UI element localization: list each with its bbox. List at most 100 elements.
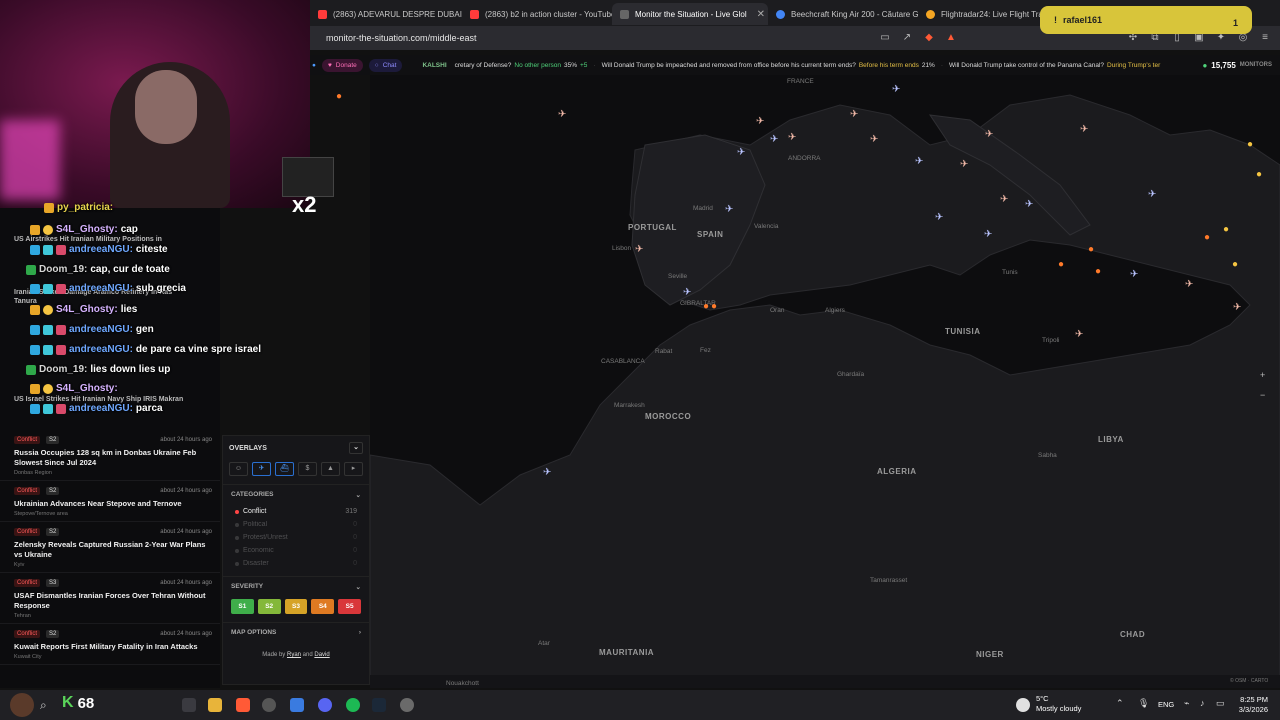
event-marker-icon[interactable]: ● [1204, 233, 1210, 243]
aircraft-icon[interactable]: ✈ [725, 205, 733, 215]
credit-link-b[interactable]: David [314, 652, 329, 658]
categories-header[interactable]: CATEGORIES ⌄ [223, 484, 369, 505]
aircraft-icon[interactable]: ✈ [558, 110, 566, 120]
severity-button-s2[interactable]: S2 [257, 599, 281, 614]
aircraft-icon[interactable]: ✈ [1075, 330, 1083, 340]
aircraft-icon[interactable]: ✈ [1080, 125, 1088, 135]
news-item[interactable]: Conflict S2 about 24 hours ago Zelensky Re… [0, 522, 220, 573]
browser-tab-active[interactable]: Monitor the Situation - Live Glol ✕ [612, 3, 768, 25]
map-options-header[interactable]: MAP OPTIONS › [223, 622, 369, 642]
steam-icon[interactable] [372, 698, 386, 712]
event-marker-icon[interactable]: ● [711, 302, 717, 312]
notification-pill[interactable]: ! rafael161 1 [1040, 6, 1252, 34]
aircraft-icon[interactable]: ✈ [1025, 200, 1033, 210]
aircraft-icon[interactable]: ✈ [543, 468, 551, 478]
news-item[interactable]: Conflict S2 about 24 hours ago Russia Occu… [0, 430, 220, 481]
people-overlay-icon[interactable]: ☺ [229, 462, 248, 476]
browser-tab[interactable]: Beechcraft King Air 200 - Căutare Go [768, 3, 918, 25]
alert-overlay-icon[interactable]: ▲ [321, 462, 340, 476]
aircraft-icon[interactable]: ✈ [756, 117, 764, 127]
aircraft-icon[interactable]: ✈ [1000, 195, 1008, 205]
donate-button[interactable]: ♥ Donate [321, 58, 363, 72]
event-marker-icon[interactable]: ● [703, 302, 709, 312]
severity-button-s5[interactable]: S5 [338, 599, 361, 614]
aircraft-icon[interactable]: ✈ [1148, 190, 1156, 200]
aircraft-icon[interactable]: ✈ [635, 245, 643, 255]
app-icon[interactable] [400, 698, 414, 712]
aircraft-icon[interactable]: ✈ [985, 130, 993, 140]
news-item[interactable]: Conflict S2 about 24 hours ago Ukrainian A… [0, 481, 220, 522]
event-marker-icon[interactable]: ● [1088, 245, 1094, 255]
world-map[interactable]: PORTUGAL SPAIN MOROCCO ALGERIA MAURITANI… [336, 75, 1280, 688]
brave-browser-icon[interactable] [236, 698, 250, 712]
battery-icon[interactable]: ▭ [1216, 698, 1230, 712]
credit-link-a[interactable]: Ryan [287, 652, 301, 658]
aircraft-icon[interactable]: ✈ [1233, 303, 1241, 313]
system-clock[interactable]: 8:25 PM 3/3/2026 [1239, 695, 1268, 715]
chat-button[interactable]: ○ Chat [368, 58, 403, 72]
event-marker-icon[interactable]: ● [1223, 225, 1229, 235]
discord-icon[interactable] [318, 698, 332, 712]
event-marker-icon[interactable]: ● [1058, 260, 1064, 270]
event-marker-icon[interactable]: ● [1247, 140, 1253, 150]
globe-icon[interactable]: ● [312, 62, 316, 69]
aircraft-icon[interactable]: ✈ [892, 85, 900, 95]
mic-icon[interactable]: 🎙 [1138, 698, 1152, 712]
browser-tab[interactable]: (2863) b2 in action cluster - YouTube [462, 3, 612, 25]
event-marker-icon[interactable]: ● [1095, 267, 1101, 277]
weather-widget[interactable]: 5°C Mostly cloudy [1036, 694, 1081, 714]
browser-tab[interactable]: (2863) ADEVARUL DESPRE DUBAI - Y [310, 3, 462, 25]
zoom-in-icon[interactable]: + [1260, 370, 1265, 380]
volume-icon[interactable]: ♪ [1200, 698, 1214, 712]
severity-header[interactable]: SEVERITY ⌄ [223, 576, 369, 597]
severity-button-s3[interactable]: S3 [284, 599, 308, 614]
aircraft-icon[interactable]: ✈ [935, 213, 943, 223]
chevron-down-icon[interactable]: ⌄ [349, 442, 363, 454]
event-marker-icon[interactable]: ● [336, 92, 342, 102]
news-item[interactable]: Conflict S3 about 24 hours ago USAF Disman… [0, 573, 220, 624]
ticker-question[interactable]: Will Donald Trump be impeached and remov… [602, 62, 856, 69]
aircraft-icon[interactable]: ✈ [960, 160, 968, 170]
severity-button-s4[interactable]: S4 [311, 599, 335, 614]
aircraft-icon[interactable]: ✈ [770, 135, 778, 145]
cast-icon[interactable]: ▭ [878, 32, 892, 44]
finance-overlay-icon[interactable]: $ [298, 462, 317, 476]
task-view-icon[interactable] [182, 698, 196, 712]
brave-shield-icon[interactable]: ◆ [922, 32, 936, 44]
category-item[interactable]: Conflict 319 [223, 505, 369, 518]
news-item[interactable]: Conflict S2 about 24 hours ago Kuwait Repo… [0, 624, 220, 665]
url-field[interactable]: monitor-the-situation.com/middle-east [326, 33, 878, 43]
ticker-question[interactable]: cretary of Defense? [455, 62, 512, 69]
zoom-out-icon[interactable]: − [1260, 390, 1265, 400]
network-icon[interactable]: ⌁ [1184, 698, 1198, 712]
browser-tab[interactable]: Flightradar24: Live Flight Tracke [918, 3, 1048, 25]
camera-overlay-icon[interactable]: ▸ [344, 462, 363, 476]
category-item[interactable]: Political 0 [223, 518, 369, 531]
search-icon[interactable]: ⌕ [40, 698, 54, 712]
menu-icon[interactable]: ≡ [1258, 32, 1272, 44]
ticker-question[interactable]: Will Donald Trump take control of the Pa… [949, 62, 1104, 69]
ship-overlay-icon[interactable]: ⛴ [275, 462, 294, 476]
aircraft-icon[interactable]: ✈ [915, 157, 923, 167]
app-icon[interactable] [290, 698, 304, 712]
avatar[interactable] [10, 693, 34, 717]
rewards-icon[interactable]: ▲ [944, 32, 958, 44]
aircraft-icon[interactable]: ✈ [1185, 280, 1193, 290]
aircraft-icon[interactable]: ✈ [1130, 270, 1138, 280]
file-explorer-icon[interactable] [208, 698, 222, 712]
aircraft-icon[interactable]: ✈ [788, 133, 796, 143]
aircraft-icon[interactable]: ✈ [683, 288, 691, 298]
chevron-up-icon[interactable]: ⌃ [1116, 698, 1130, 712]
overlays-header[interactable]: OVERLAYS ⌄ [223, 436, 369, 460]
language-indicator[interactable]: ENG [1158, 700, 1174, 709]
close-icon[interactable]: ✕ [757, 9, 765, 20]
category-item[interactable]: Protest/Unrest 0 [223, 531, 369, 544]
aircraft-icon[interactable]: ✈ [870, 135, 878, 145]
share-icon[interactable]: ↗ [900, 32, 914, 44]
spotify-icon[interactable] [346, 698, 360, 712]
aircraft-icon[interactable]: ✈ [984, 230, 992, 240]
aircraft-icon[interactable]: ✈ [737, 148, 745, 158]
event-marker-icon[interactable]: ● [1256, 170, 1262, 180]
category-item[interactable]: Disaster 0 [223, 557, 369, 570]
aircraft-icon[interactable]: ✈ [850, 110, 858, 120]
